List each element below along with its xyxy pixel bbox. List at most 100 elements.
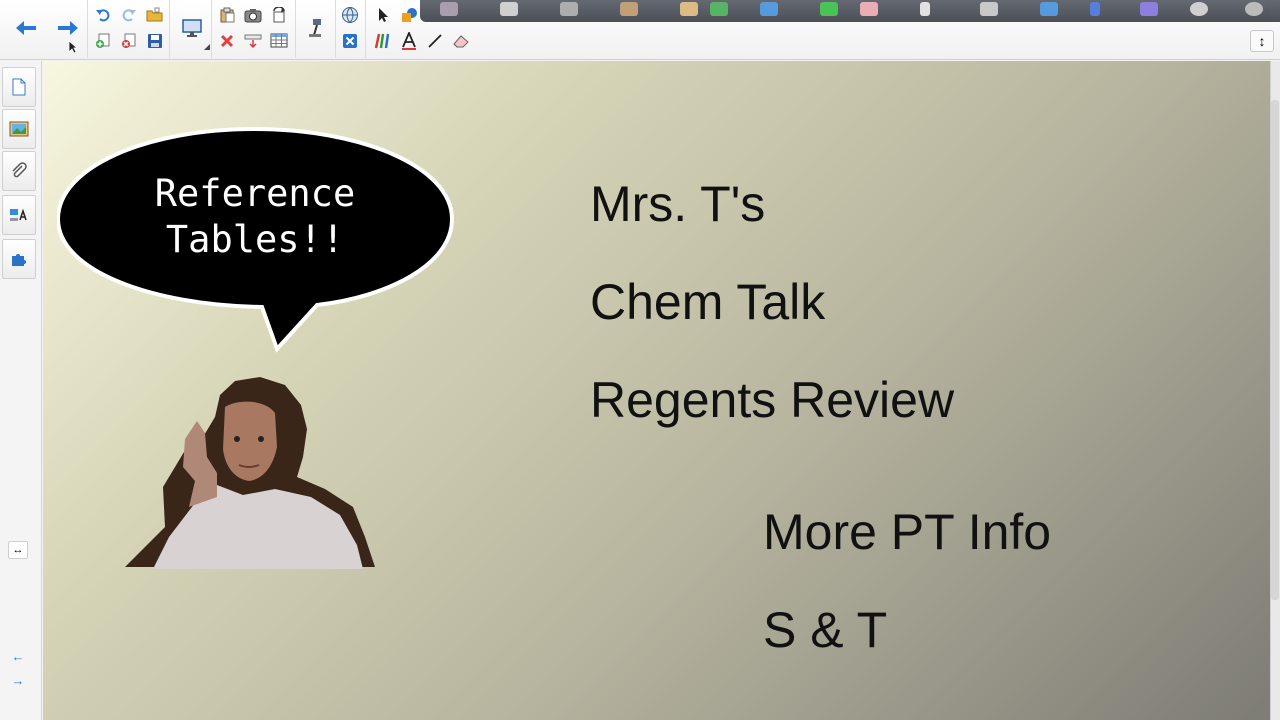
pen-icon — [440, 2, 458, 16]
properties-icon — [10, 208, 27, 221]
resize-icon: ↕ — [1258, 33, 1266, 49]
text-tool-button[interactable] — [398, 30, 420, 52]
screen-shade-button[interactable] — [172, 8, 212, 48]
topic-line-2[interactable]: S & T — [763, 605, 887, 655]
sidebar-next-button[interactable]: → — [8, 671, 28, 689]
collapse-panel-button[interactable]: ↔ — [8, 541, 28, 559]
shapes-tray-icon — [560, 2, 578, 16]
small-arrow-left-icon: ← — [11, 648, 25, 664]
page-edit-group — [88, 0, 170, 58]
screen-capture-button[interactable] — [242, 4, 264, 26]
eraser-icon — [453, 35, 469, 48]
delete-page-button[interactable] — [118, 30, 140, 52]
arrow-pointer-icon — [379, 8, 388, 22]
green-pen-icon — [710, 2, 728, 16]
magnifier-icon — [1040, 2, 1058, 16]
bubble-line-2: Tables!! — [165, 218, 345, 261]
select-tool-button[interactable] — [372, 4, 394, 26]
attachments-tab[interactable] — [2, 151, 36, 191]
dropdown-corner-icon — [204, 44, 210, 50]
gallery-icon — [9, 121, 29, 137]
camera-icon — [244, 9, 262, 23]
mouse-cursor-icon — [68, 40, 78, 54]
add-page-icon — [96, 33, 110, 48]
pens-tool-button[interactable] — [372, 30, 394, 52]
close-response-button[interactable] — [339, 30, 361, 52]
pointer-tray-icon — [920, 2, 930, 16]
line-tool-button[interactable] — [424, 30, 446, 52]
highlighter-icon — [500, 2, 518, 16]
window-tray-icon — [980, 2, 998, 16]
display-group — [170, 0, 212, 58]
rotate-page-button[interactable] — [268, 4, 290, 26]
clear-page-button[interactable] — [216, 30, 238, 52]
topic-line-1[interactable]: More PT Info — [763, 507, 1051, 557]
table-icon — [270, 33, 288, 48]
page-tray-icon — [1140, 2, 1158, 16]
ruler-icon — [620, 2, 638, 16]
title-line-2[interactable]: Chem Talk — [590, 277, 825, 327]
eraser-tray-icon — [860, 2, 878, 16]
document-camera-button[interactable] — [296, 8, 336, 48]
screen-shade-toggle[interactable] — [242, 30, 264, 52]
puzzle-piece-icon — [12, 254, 26, 266]
red-x-icon — [220, 34, 234, 48]
shapes-tool-button[interactable] — [398, 4, 420, 26]
eraser-tool-button[interactable] — [450, 30, 472, 52]
response-button[interactable] — [339, 4, 361, 26]
blue-pen-icon — [760, 2, 778, 16]
bubble-caption: Reference Tables!! — [57, 171, 453, 263]
properties-tab[interactable] — [2, 195, 36, 235]
scrollbar-thumb[interactable] — [1271, 100, 1279, 600]
window-shade-icon — [244, 34, 262, 49]
text-a-icon — [402, 32, 416, 50]
delete-page-icon — [122, 33, 136, 48]
arrow-left-icon — [16, 21, 36, 35]
paste-button[interactable] — [216, 4, 238, 26]
navigation-group — [0, 0, 88, 58]
teacher-photo-cutout[interactable] — [125, 377, 377, 569]
page-sorter-icon — [12, 78, 26, 96]
clipboard-icon — [220, 7, 235, 23]
user-icon — [1190, 2, 1208, 16]
marker-icon — [680, 2, 698, 16]
toolbar-resize-button[interactable]: ↕ — [1250, 30, 1274, 52]
globe-icon — [342, 7, 358, 23]
collapse-icon: ↔ — [12, 544, 24, 556]
main-toolbar: ↕ — [0, 0, 1280, 60]
gear-icon — [1245, 2, 1263, 16]
line-icon — [428, 34, 442, 48]
document-camera-icon — [309, 19, 321, 37]
insert-group — [212, 0, 296, 58]
title-line-1[interactable]: Mrs. T's — [590, 179, 765, 229]
add-ons-tab[interactable] — [2, 239, 36, 279]
save-button[interactable] — [144, 30, 166, 52]
blue-close-icon — [343, 34, 357, 48]
insert-table-button[interactable] — [268, 30, 290, 52]
previous-page-button[interactable] — [6, 8, 46, 48]
undo-icon — [96, 9, 110, 22]
gallery-tab[interactable] — [2, 109, 36, 149]
sidebar-previous-button[interactable]: ← — [8, 647, 28, 665]
small-arrow-right-icon: → — [11, 672, 25, 688]
monitor-icon — [182, 19, 202, 37]
redo-icon — [122, 9, 136, 22]
document-camera-group — [296, 0, 336, 58]
page-sorter-tab[interactable] — [2, 67, 36, 107]
bubble-line-1: Reference — [154, 172, 356, 215]
arrow-right-icon — [58, 21, 78, 35]
floating-tools-tray[interactable] — [420, 0, 1280, 22]
title-line-3[interactable]: Regents Review — [590, 375, 954, 425]
green-fill-icon — [820, 2, 838, 16]
add-page-button[interactable] — [92, 30, 114, 52]
open-file-button[interactable] — [144, 4, 166, 26]
slide-canvas[interactable]: Reference Tables!! Mrs. T's Chem Talk Re… — [43, 61, 1270, 720]
rotate-icon — [273, 7, 285, 23]
pause-icon — [1090, 2, 1100, 16]
response-group — [336, 0, 366, 58]
shapes-icon — [402, 8, 417, 22]
redo-button[interactable] — [118, 4, 140, 26]
side-tabs-panel: ↔ ← → — [0, 61, 42, 720]
folder-open-icon — [146, 7, 163, 22]
undo-button[interactable] — [92, 4, 114, 26]
